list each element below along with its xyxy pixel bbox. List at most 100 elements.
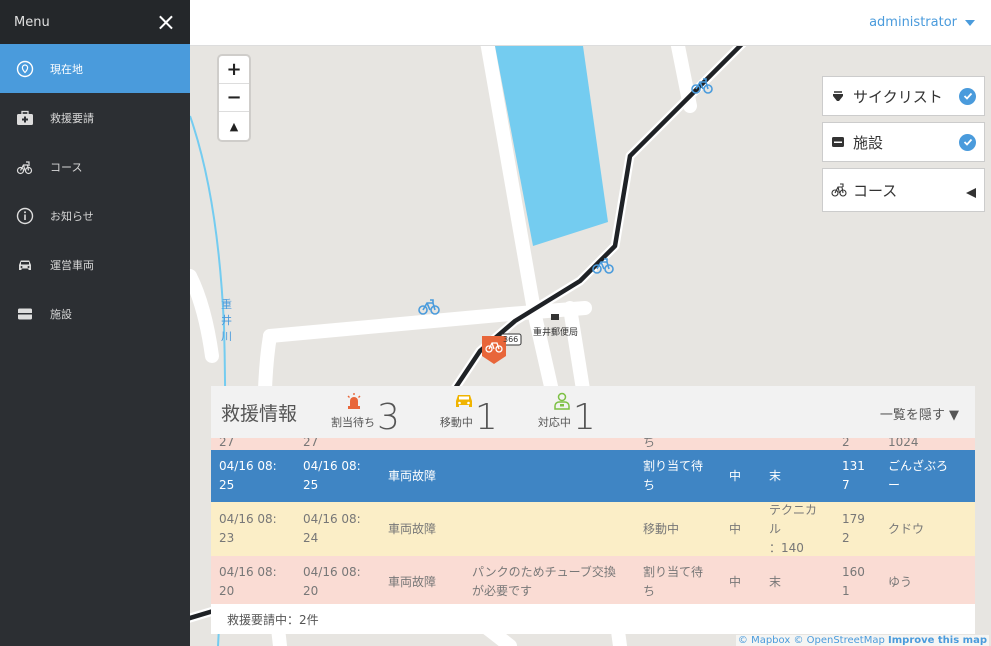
table-cell: 160 1 bbox=[842, 565, 865, 598]
rescue-panel: 救援情報 割当待ち 3 移動中 1 対応中 1 一覧を隠す ▼ 27 27 ち … bbox=[211, 386, 975, 636]
medkit-icon bbox=[16, 109, 34, 127]
top-bar: administrator bbox=[190, 0, 991, 46]
rescue-panel-header: 救援情報 割当待ち 3 移動中 1 対応中 1 一覧を隠す ▼ bbox=[211, 386, 975, 438]
location-icon bbox=[16, 60, 34, 78]
table-row[interactable]: 04/16 08: 20 04/16 08: 20 車両故障 パンクのためチュー… bbox=[211, 556, 975, 608]
compass-button[interactable]: ▲ bbox=[219, 112, 249, 140]
table-cell: 移動中 bbox=[643, 521, 680, 536]
info-icon bbox=[16, 207, 34, 225]
sidebar-item-facility[interactable]: 施設 bbox=[0, 289, 190, 338]
table-cell: 中 bbox=[729, 468, 742, 483]
map-attribution: © Mapbox © OpenStreetMap Improve this ma… bbox=[735, 635, 989, 646]
sidebar-item-label: コース bbox=[50, 160, 83, 174]
table-cell: ごんざぶろ ー bbox=[888, 459, 949, 492]
svg-text:重: 重 bbox=[221, 297, 232, 311]
user-menu[interactable]: administrator bbox=[869, 15, 975, 30]
cyclist-icon bbox=[831, 89, 847, 103]
table-cell: 04/16 08: 24 bbox=[303, 512, 361, 545]
sidebar-item-label: 救援要請 bbox=[50, 111, 94, 125]
table-cell: 中 bbox=[729, 521, 742, 536]
sidebar: Menu × 現在地 救援要請 コース お知らせ 運営車両 施設 bbox=[0, 0, 190, 646]
table-cell: 27 bbox=[219, 438, 235, 449]
table-cell: 04/16 08: 25 bbox=[219, 459, 277, 492]
stat-count: 3 bbox=[377, 397, 400, 438]
table-cell: 04/16 08: 20 bbox=[303, 565, 361, 598]
course-icon bbox=[16, 158, 34, 176]
table-cell: クドウ bbox=[888, 521, 925, 536]
caret-down-icon bbox=[965, 19, 975, 26]
staff-icon bbox=[552, 392, 572, 414]
siren-icon bbox=[345, 392, 363, 414]
table-row[interactable]: 04/16 08: 25 04/16 08: 25 車両故障 割り当て待 ち 中… bbox=[211, 450, 975, 502]
table-cell: 車両故障 bbox=[388, 574, 437, 589]
table-row[interactable]: 27 27 ち 2 1024 bbox=[211, 438, 975, 450]
sidebar-header: Menu × bbox=[0, 0, 190, 44]
stat-label: 移動中 bbox=[439, 416, 473, 429]
zoom-control: + − ▲ bbox=[219, 56, 249, 140]
post-office-marker bbox=[551, 314, 559, 320]
check-icon bbox=[959, 133, 976, 151]
osm-link[interactable]: © OpenStreetMap bbox=[793, 635, 884, 646]
table-cell: 末 bbox=[769, 468, 782, 483]
sidebar-item-news[interactable]: お知らせ bbox=[0, 191, 190, 240]
zoom-in-button[interactable]: + bbox=[219, 56, 249, 84]
svg-text:川: 川 bbox=[221, 330, 232, 343]
car-icon bbox=[16, 256, 34, 274]
course-icon bbox=[831, 183, 847, 197]
table-cell: 04/16 08: 20 bbox=[219, 565, 277, 598]
route-number-label: 366 bbox=[503, 335, 519, 344]
stat-count: 1 bbox=[474, 397, 498, 438]
sidebar-item-label: 現在地 bbox=[50, 62, 83, 76]
layer-label: サイクリスト bbox=[853, 87, 943, 106]
sidebar-item-label: 運営車両 bbox=[50, 258, 94, 272]
layer-label: コース bbox=[853, 181, 898, 200]
close-icon[interactable]: × bbox=[156, 10, 176, 34]
table-cell: 車両故障 bbox=[388, 521, 437, 536]
hide-list-button[interactable]: 一覧を隠す ▼ bbox=[880, 404, 959, 423]
rescue-title: 救援情報 bbox=[221, 402, 298, 425]
table-cell: 2 bbox=[842, 438, 850, 449]
post-office-label: 重井郵便局 bbox=[533, 328, 579, 338]
rescue-table: 27 27 ち 2 1024 04/16 08: 25 04/16 08: 25… bbox=[211, 438, 975, 616]
table-cell: 179 2 bbox=[842, 512, 865, 545]
table-cell: 131 7 bbox=[842, 459, 865, 492]
mapbox-link[interactable]: © Mapbox bbox=[738, 635, 790, 646]
stat-moving[interactable]: 移動中 1 bbox=[440, 386, 498, 438]
stat-label: 割当待ち bbox=[331, 416, 376, 429]
expand-arrow-icon bbox=[966, 188, 976, 198]
table-cell: 末 bbox=[769, 574, 782, 589]
stat-responding[interactable]: 対応中 1 bbox=[538, 386, 596, 438]
layer-toggle-course[interactable]: コース bbox=[822, 168, 985, 212]
sidebar-item-label: お知らせ bbox=[50, 209, 94, 223]
stat-waiting[interactable]: 割当待ち 3 bbox=[331, 386, 400, 438]
table-cell: 割り当て待 ち bbox=[643, 565, 704, 598]
table-cell: 1024 bbox=[888, 438, 919, 449]
layer-toggle-facility[interactable]: 施設 bbox=[822, 122, 985, 162]
layer-label: 施設 bbox=[853, 133, 884, 152]
user-name: administrator bbox=[869, 15, 957, 30]
stat-label: 対応中 bbox=[537, 416, 571, 429]
sidebar-item-location[interactable]: 現在地 bbox=[0, 44, 190, 93]
sidebar-item-rescue[interactable]: 救援要請 bbox=[0, 93, 190, 142]
menu-title: Menu bbox=[14, 14, 50, 30]
table-cell: 27 bbox=[303, 438, 319, 449]
facility-icon bbox=[831, 135, 847, 149]
zoom-out-button[interactable]: − bbox=[219, 84, 249, 112]
check-icon bbox=[959, 87, 976, 105]
svg-text:井: 井 bbox=[221, 313, 232, 327]
table-cell: 中 bbox=[729, 574, 742, 589]
table-cell: 割り当て待 ち bbox=[643, 459, 704, 492]
table-cell: 車両故障 bbox=[388, 468, 437, 483]
table-cell: ゆう bbox=[888, 574, 913, 589]
table-cell: ち bbox=[643, 438, 656, 449]
layer-toggle-cyclist[interactable]: サイクリスト bbox=[822, 76, 985, 116]
sidebar-item-vehicles[interactable]: 運営車両 bbox=[0, 240, 190, 289]
facility-icon bbox=[16, 305, 34, 323]
rescue-footer: 救援要請中：2件 bbox=[211, 604, 975, 634]
sidebar-item-course[interactable]: コース bbox=[0, 142, 190, 191]
car-icon bbox=[454, 392, 474, 414]
table-cell: 04/16 08: 23 bbox=[219, 512, 277, 545]
table-cell: パンクのためチューブ交換 が必要です bbox=[472, 565, 616, 598]
table-row[interactable]: 04/16 08: 23 04/16 08: 24 車両故障 移動中 中 テクニ… bbox=[211, 502, 975, 556]
improve-map-link[interactable]: Improve this map bbox=[888, 635, 987, 646]
